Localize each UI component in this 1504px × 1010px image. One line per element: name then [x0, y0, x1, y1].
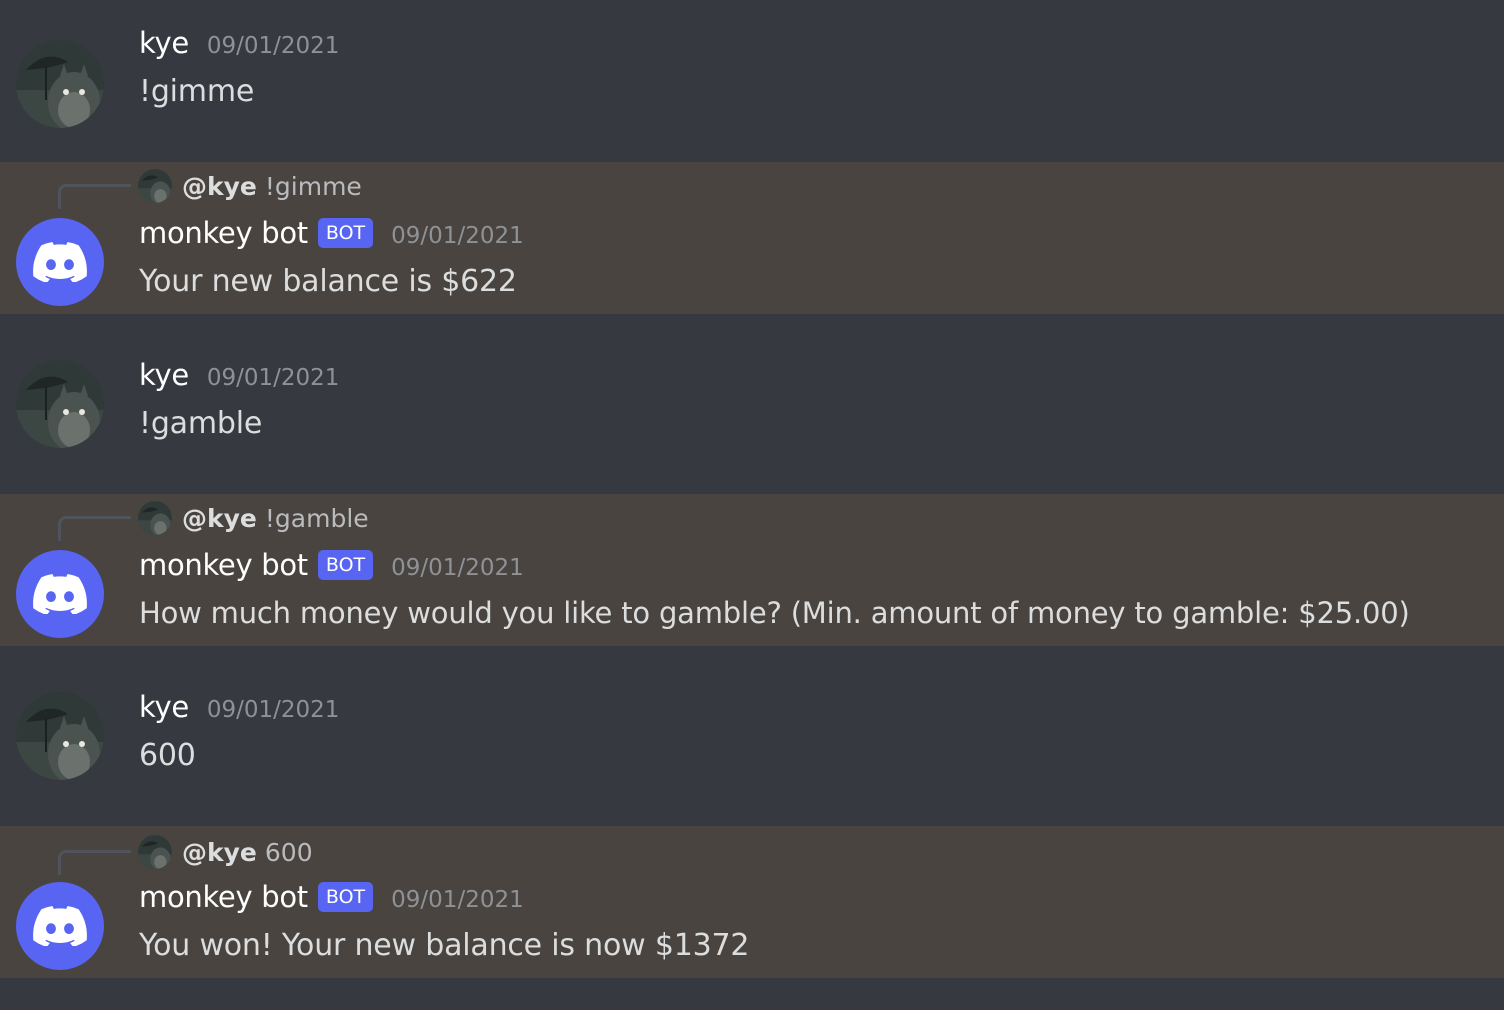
totoro-avatar-icon: [16, 40, 104, 128]
reply-preview[interactable]: @kye !gamble: [138, 500, 369, 536]
reply-avatar: [138, 169, 172, 203]
reply-avatar: [138, 501, 172, 535]
message-kye-gamble[interactable]: kye 09/01/2021 !gamble: [0, 344, 1504, 484]
bot-avatar[interactable]: [16, 218, 104, 306]
bot-avatar[interactable]: [16, 550, 104, 638]
message-content: Your new balance is $622: [139, 264, 517, 299]
discord-logo-icon: [33, 906, 87, 946]
discord-logo-icon: [33, 242, 87, 282]
bot-avatar[interactable]: [16, 882, 104, 970]
username[interactable]: kye: [139, 358, 189, 392]
message-content: !gamble: [139, 406, 263, 441]
totoro-avatar-icon: [16, 692, 104, 780]
message-bot-won[interactable]: @kye 600 monkey bot BOT 09/01/2021 You w…: [0, 826, 1504, 978]
message-kye-600[interactable]: kye 09/01/2021 600: [0, 676, 1504, 816]
reply-connector: [58, 184, 131, 209]
timestamp: 09/01/2021: [391, 223, 524, 249]
username[interactable]: monkey bot: [139, 880, 308, 914]
timestamp: 09/01/2021: [391, 555, 524, 581]
totoro-avatar-icon: [16, 360, 104, 448]
bot-badge: BOT: [317, 550, 374, 580]
message-header: kye 09/01/2021: [139, 690, 339, 730]
reply-connector: [58, 850, 131, 875]
message-bot-gamble-prompt[interactable]: @kye !gamble monkey bot BOT 09/01/2021 H…: [0, 494, 1504, 646]
reply-connector: [58, 516, 131, 541]
username[interactable]: kye: [139, 26, 189, 60]
message-kye-gimme[interactable]: kye 09/01/2021 !gimme: [0, 12, 1504, 152]
chat-messages: kye 09/01/2021 !gimme @kye !gimme monkey…: [0, 0, 1504, 1010]
username[interactable]: monkey bot: [139, 216, 308, 250]
user-avatar[interactable]: [16, 360, 104, 448]
reply-text: !gimme: [264, 171, 362, 201]
message-bot-balance[interactable]: @kye !gimme monkey bot BOT 09/01/2021 Yo…: [0, 162, 1504, 314]
message-content: How much money would you like to gamble?…: [139, 596, 1410, 630]
username[interactable]: monkey bot: [139, 548, 308, 582]
totoro-avatar-icon: [138, 501, 172, 535]
discord-logo-icon: [33, 574, 87, 614]
reply-author[interactable]: @kye: [182, 838, 257, 867]
user-avatar[interactable]: [16, 40, 104, 128]
username[interactable]: kye: [139, 690, 189, 724]
bot-badge: BOT: [317, 882, 374, 912]
bot-badge: BOT: [317, 218, 374, 248]
reply-preview[interactable]: @kye 600: [138, 834, 313, 870]
message-header: monkey bot BOT 09/01/2021: [139, 216, 524, 256]
timestamp: 09/01/2021: [391, 887, 524, 913]
message-content: !gimme: [139, 74, 255, 109]
message-content: 600: [139, 738, 196, 773]
timestamp: 09/01/2021: [206, 365, 340, 391]
reply-preview[interactable]: @kye !gimme: [138, 168, 362, 204]
message-header: monkey bot BOT 09/01/2021: [139, 548, 524, 588]
reply-author[interactable]: @kye: [182, 172, 257, 201]
message-header: monkey bot BOT 09/01/2021: [139, 880, 524, 920]
reply-text: !gamble: [264, 503, 369, 533]
timestamp: 09/01/2021: [206, 33, 340, 59]
timestamp: 09/01/2021: [206, 697, 340, 723]
message-header: kye 09/01/2021: [139, 26, 339, 66]
totoro-avatar-icon: [138, 835, 172, 869]
reply-avatar: [138, 835, 172, 869]
message-header: kye 09/01/2021: [139, 358, 339, 398]
message-content: You won! Your new balance is now $1372: [139, 928, 750, 963]
user-avatar[interactable]: [16, 692, 104, 780]
reply-text: 600: [264, 837, 313, 867]
totoro-avatar-icon: [138, 169, 172, 203]
reply-author[interactable]: @kye: [182, 504, 257, 533]
